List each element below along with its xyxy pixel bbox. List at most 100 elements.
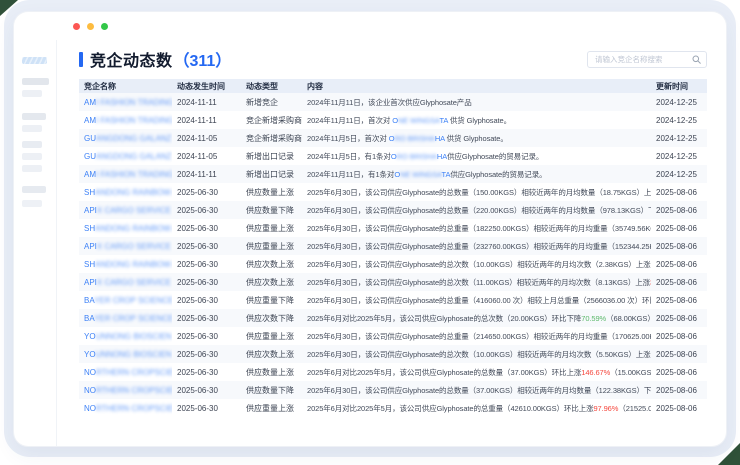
search-input[interactable] <box>595 55 692 64</box>
dynamic-time: 2024-11-05 <box>172 147 241 165</box>
search-box[interactable] <box>587 51 707 68</box>
buyer-name-link[interactable]: NE WINGSA <box>398 116 439 125</box>
dynamic-type: 新增出口记录 <box>241 147 302 165</box>
dynamic-time: 2025-06-30 <box>172 327 241 345</box>
company-name-link[interactable]: APIX CARGO SERVICE CO... <box>79 237 172 255</box>
company-name-link[interactable]: GUANGDONG GALANZ MC... <box>79 129 172 147</box>
sidebar-item-skeleton <box>22 125 42 132</box>
table-row: SHANDONG RAINBOW AGR...2025-06-30供应数量上涨2… <box>79 183 707 201</box>
dynamic-time: 2025-06-30 <box>172 399 241 417</box>
updated-time: 2025-08-06 <box>651 345 707 363</box>
masked-name-text: YER CROP SCIENCE <box>94 314 172 323</box>
dynamic-type: 供应重量上涨 <box>241 219 302 237</box>
dynamic-time: 2025-06-30 <box>172 201 241 219</box>
company-name-link[interactable]: NORTHERN CROPSCIEN CE... <box>79 363 172 381</box>
content-text: 2025年6月30日，该公司供应Glyphosate的总重量（232760.00… <box>307 242 651 251</box>
dynamic-content: 2025年6月30日，该公司供应Glyphosate的总重量（182250.00… <box>302 219 651 237</box>
content-text: 2025年6月30日，该公司供应Glyphosate的总重量（214650.00… <box>307 332 651 341</box>
column-header-content: 内容 <box>302 79 651 93</box>
company-name-link[interactable]: SHANDONG RAINBOW AGR... <box>79 255 172 273</box>
table-row: AMI FASHION TRADING G...2024-11-11新增竞企20… <box>79 93 707 111</box>
page-title: 竞企动态数 <box>90 47 173 71</box>
updated-time: 2024-12-25 <box>651 147 707 165</box>
masked-name-text: I FASHION TRADING <box>96 98 172 107</box>
dynamic-type: 供应次数上涨 <box>241 273 302 291</box>
updated-time: 2025-08-06 <box>651 327 707 345</box>
content-text: 2025年6月30日，该公司供应Glyphosate的总次数（11.00KGS）… <box>307 278 650 287</box>
buyer-name-link[interactable]: RO BRISHA <box>394 134 434 143</box>
dynamic-content: 2024年11月5日，首次对 ORO BRISHAHA 供货 Glyphosat… <box>302 129 651 147</box>
masked-name-text: RTHERN CROPSCIEN <box>96 368 172 377</box>
table-row: NORTHERN CROPSCIEN CE...2025-06-30供应数量下降… <box>79 381 707 399</box>
updated-time: 2024-12-25 <box>651 93 707 111</box>
table-row: BAYER CROP SCIENCE LP2025-06-30供应重量下降202… <box>79 291 707 309</box>
buyer-name-link[interactable]: HA <box>435 134 445 143</box>
company-name-link[interactable]: BAYER CROP SCIENCE LP <box>79 291 172 309</box>
updated-time: 2025-08-06 <box>651 219 707 237</box>
dynamic-type: 竞企新增采购商 <box>241 111 302 129</box>
dynamic-type: 供应次数上涨 <box>241 345 302 363</box>
company-name-link[interactable]: AMI FASHION TRADING G... <box>79 111 172 129</box>
buyer-name-link[interactable]: TA <box>439 116 447 125</box>
magnifier-icon[interactable] <box>692 55 701 64</box>
dynamic-content: 2025年6月30日，该公司供应Glyphosate的总重量（232760.00… <box>302 237 651 255</box>
company-name-link[interactable]: SHANDONG RAINBOW AGR... <box>79 183 172 201</box>
dynamic-type: 供应重量上涨 <box>241 327 302 345</box>
dynamic-time: 2025-06-30 <box>172 309 241 327</box>
company-name-link[interactable]: AMI FASHION TRADING G... <box>79 93 172 111</box>
company-name-link[interactable]: BAYER CROP SCIENCE LP <box>79 309 172 327</box>
name-text: GU <box>84 134 96 143</box>
dynamic-type: 供应重量上涨 <box>241 237 302 255</box>
masked-name-text: I FASHION TRADING <box>96 170 172 179</box>
dynamic-type: 供应次数下降 <box>241 309 302 327</box>
window-titlebar <box>14 12 726 40</box>
buyer-name-link[interactable]: O <box>391 152 397 161</box>
table-row: APIX CARGO SERVICE CO...2025-06-30供应数量下降… <box>79 201 707 219</box>
company-name-link[interactable]: NORTHERN CROPSCIEN CE... <box>79 381 172 399</box>
buyer-name-link[interactable]: RO BRISHA <box>397 152 437 161</box>
buyer-name-link[interactable]: HA <box>437 152 447 161</box>
updated-time: 2025-08-06 <box>651 237 707 255</box>
dynamic-type: 供应数量下降 <box>241 201 302 219</box>
dynamic-content: 2025年6月对比2025年5月，该公司供应Glyphosate的总数量（37.… <box>302 363 651 381</box>
close-window-button[interactable] <box>73 23 80 30</box>
table-row: YOUNNONG BIOSCIEN ES...2025-06-30供应重量上涨 2… <box>79 327 707 345</box>
name-text: SH <box>84 188 95 197</box>
sidebar-item-skeleton <box>22 78 49 85</box>
company-name-link[interactable]: YOUNNONG BIOSCIEN ES... <box>79 327 172 345</box>
content-text: 供应Glyphosate的贸易记录。 <box>447 152 543 161</box>
masked-name-text: X CARGO SERVICE <box>97 242 172 251</box>
column-header-name: 竞企名称 <box>79 79 172 93</box>
name-text: GU <box>84 152 96 161</box>
dynamic-content: 2025年6月30日，该公司供应Glyphosate的总次数（11.00KGS）… <box>302 273 651 291</box>
dynamic-content: 2025年6月30日，该公司供应Glyphosate的总数量（220.00KGS… <box>302 201 651 219</box>
company-name-link[interactable]: APIX CARGO SERVICE CO... <box>79 273 172 291</box>
company-name-link[interactable]: YOUNNONG BIOSCIEN ES... <box>79 345 172 363</box>
dynamic-type: 供应重量上涨 <box>241 399 302 417</box>
name-text: AM <box>84 170 96 179</box>
company-name-link[interactable]: GUANGDONG GALANZ MC... <box>79 147 172 165</box>
name-text: YO <box>84 332 96 341</box>
company-name-link[interactable]: APIX CARGO SERVICE CO... <box>79 201 172 219</box>
dynamic-time: 2025-06-30 <box>172 255 241 273</box>
updated-time: 2024-12-25 <box>651 165 707 183</box>
updated-time: 2025-08-06 <box>651 309 707 327</box>
company-name-link[interactable]: AMI FASHION TRADING G... <box>79 165 172 183</box>
company-name-link[interactable]: NORTHERN CROPSCIEN CE... <box>79 399 172 417</box>
content-text: 2025年6月30日，该公司供应Glyphosate的总次数（10.00KGS）… <box>307 350 651 359</box>
minimize-window-button[interactable] <box>87 23 94 30</box>
dynamic-content: 2024年11月11日，该企业首次供应Glyphosate产品 <box>302 93 651 111</box>
company-name-link[interactable]: SHANDONG RAINBOW AGR... <box>79 219 172 237</box>
updated-time: 2025-08-06 <box>651 255 707 273</box>
column-header-time: 动态发生时间 <box>172 79 241 93</box>
name-text: AM <box>84 98 96 107</box>
dynamic-content: 2025年6月30日，该公司供应Glyphosate的总数量（150.00KGS… <box>302 183 651 201</box>
name-text: NO <box>84 404 96 413</box>
content-text: 2025年6月对比2025年5月，该公司供应Glyphosate的总次数（20.… <box>307 314 581 323</box>
buyer-name-link[interactable]: NE WINGSA <box>400 170 441 179</box>
masked-name-text: RTHERN CROPSCIEN <box>96 386 172 395</box>
content-text: 2025年6月30日，该公司供应Glyphosate的总数量（220.00KGS… <box>307 206 651 215</box>
rise-percent: 97.96% <box>593 404 618 413</box>
maximize-window-button[interactable] <box>101 23 108 30</box>
updated-time: 2025-08-06 <box>651 291 707 309</box>
